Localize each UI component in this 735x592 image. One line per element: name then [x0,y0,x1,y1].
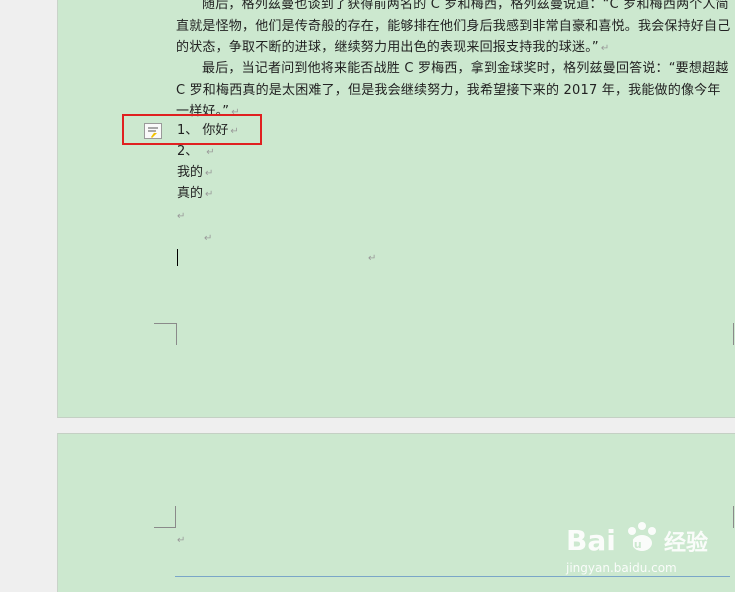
baidu-logo-icon: Bai du 经验 [566,522,708,557]
empty-paragraph-3[interactable]: ↵ [368,248,376,269]
paragraph-1-text: 随后，格列兹曼也谈到了获得前两名的 C 罗和梅西，格列兹曼说道：“C 罗和梅西两… [176,0,731,55]
empty-paragraph-1[interactable]: ↵ [177,206,185,227]
svg-text:Bai: Bai [566,524,616,557]
list-item-2[interactable]: 2、 ↵ [177,142,215,163]
paragraph-2-text: 最后，当记者问到他将来能否战胜 C 罗梅西，拿到金球奖时，格列兹曼回答说：“要想… [176,61,729,119]
paragraph-mark: ↵ [205,189,214,200]
paragraph-mark: ↵ [204,233,213,244]
page-corner-mark-bottom-right [733,323,734,345]
page-corner-mark-top-left [154,506,176,528]
text-cursor [177,249,178,266]
line-4-text: 真的 [177,186,204,201]
page-2-empty-paragraph[interactable]: ↵ [177,530,185,551]
baidu-jingyan-watermark: Bai du 经验 jingyan.baidu.com [566,514,726,584]
line-3-text: 我的 [177,165,204,180]
empty-paragraph-2[interactable]: ↵ [204,228,212,249]
page-corner-mark-bottom-left-h [154,323,177,324]
paragraph-mark: ↵ [600,43,610,54]
svg-text:du: du [626,538,642,551]
text-line-4[interactable]: 真的 ↵ [177,184,213,205]
paragraph-mark: ↵ [177,535,186,546]
paragraph-mark: ↵ [368,253,377,264]
red-highlight-box [122,114,262,145]
paragraph-mark: ↵ [205,168,214,179]
watermark-url: jingyan.baidu.com [566,561,677,575]
svg-text:经验: 经验 [664,530,708,556]
paragraph-mark: ↵ [206,147,215,158]
page-corner-mark-top-right [733,506,734,528]
list-item-2-text: 2、 [177,144,199,159]
body-paragraph-1[interactable]: 随后，格列兹曼也谈到了获得前两名的 C 罗和梅西，格列兹曼说道：“C 罗和梅西两… [176,0,731,60]
page-corner-mark-bottom-left [154,323,177,345]
paragraph-mark: ↵ [177,211,186,222]
text-line-3[interactable]: 我的 ↵ [177,163,213,184]
